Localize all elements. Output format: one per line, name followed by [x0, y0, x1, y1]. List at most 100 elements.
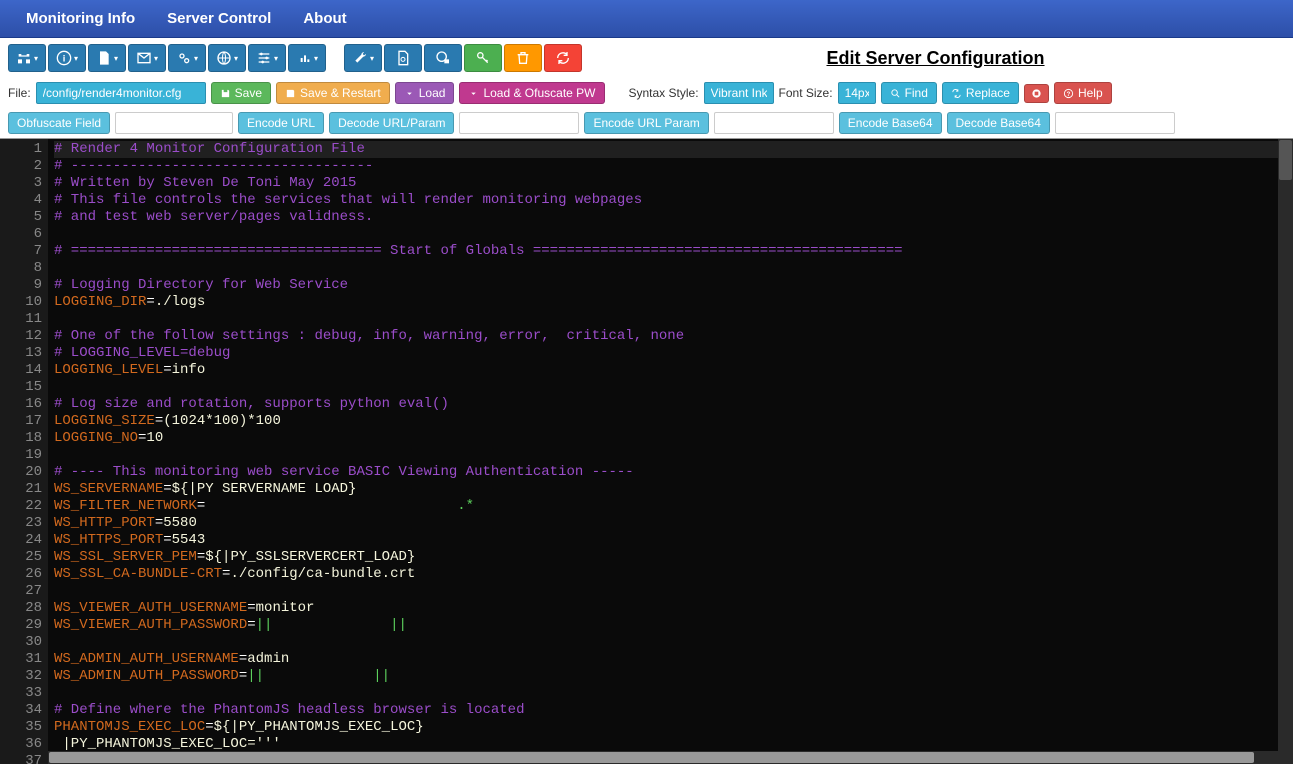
- code-line[interactable]: WS_VIEWER_AUTH_PASSWORD=|| ||: [54, 617, 1293, 634]
- mail-icon[interactable]: [128, 44, 166, 72]
- horizontal-scrollbar[interactable]: [48, 751, 1278, 764]
- code-line[interactable]: PHANTOMJS_EXEC_LOC=${|PY_PHANTOMJS_EXEC_…: [54, 719, 1293, 736]
- load-ofuscate-label: Load & Ofuscate PW: [483, 86, 595, 100]
- code-line[interactable]: [54, 583, 1293, 600]
- code-line[interactable]: # LOGGING_LEVEL=debug: [54, 345, 1293, 362]
- code-line[interactable]: LOGGING_DIR=./logs: [54, 294, 1293, 311]
- code-line[interactable]: # ---- This monitoring web service BASIC…: [54, 464, 1293, 481]
- code-line[interactable]: [54, 447, 1293, 464]
- code-line[interactable]: [54, 685, 1293, 702]
- menubar: Monitoring Info Server Control About: [0, 0, 1293, 38]
- code-line[interactable]: WS_FILTER_NETWORK= .*: [54, 498, 1293, 515]
- line-number: 25: [0, 549, 42, 566]
- line-number: 16: [0, 396, 42, 413]
- key-icon[interactable]: [464, 44, 502, 72]
- code-line[interactable]: # One of the follow settings : debug, in…: [54, 328, 1293, 345]
- replace-label: Replace: [966, 86, 1010, 100]
- trash-icon[interactable]: [504, 44, 542, 72]
- code-line[interactable]: [54, 379, 1293, 396]
- gears-icon[interactable]: [168, 44, 206, 72]
- code-line[interactable]: [54, 634, 1293, 651]
- obfuscate-field-button[interactable]: Obfuscate Field: [8, 112, 110, 134]
- globe-lock-icon[interactable]: [424, 44, 462, 72]
- encode-url-param-button[interactable]: Encode URL Param: [584, 112, 708, 134]
- code-line[interactable]: [54, 226, 1293, 243]
- stop-button[interactable]: [1024, 84, 1049, 103]
- file-settings-icon[interactable]: [384, 44, 422, 72]
- page-title: Edit Server Configuration: [586, 48, 1285, 69]
- find-label: Find: [905, 86, 928, 100]
- code-line[interactable]: # Render 4 Monitor Configuration File: [54, 141, 1293, 158]
- code-line[interactable]: # Written by Steven De Toni May 2015: [54, 175, 1293, 192]
- sliders-icon[interactable]: [248, 44, 286, 72]
- line-number: 30: [0, 634, 42, 651]
- info-icon[interactable]: i: [48, 44, 86, 72]
- syntax-style-input[interactable]: [704, 82, 774, 104]
- code-line[interactable]: WS_ADMIN_AUTH_PASSWORD=|| ||: [54, 668, 1293, 685]
- line-number: 22: [0, 498, 42, 515]
- code-line[interactable]: [54, 260, 1293, 277]
- line-number: 11: [0, 311, 42, 328]
- vertical-scrollbar-thumb[interactable]: [1279, 140, 1292, 180]
- chart-icon[interactable]: [288, 44, 326, 72]
- code-line[interactable]: # This file controls the services that w…: [54, 192, 1293, 209]
- globe-icon[interactable]: [208, 44, 246, 72]
- code-line[interactable]: [54, 311, 1293, 328]
- font-size-label: Font Size:: [779, 86, 833, 100]
- horizontal-scrollbar-thumb[interactable]: [49, 752, 1254, 763]
- code-line[interactable]: # Define where the PhantomJS headless br…: [54, 702, 1293, 719]
- obfuscate-input[interactable]: [115, 112, 233, 134]
- vertical-scrollbar[interactable]: [1278, 139, 1293, 764]
- code-line[interactable]: # ===================================== …: [54, 243, 1293, 260]
- code-line[interactable]: LOGGING_SIZE=(1024*100)*100: [54, 413, 1293, 430]
- code-editor[interactable]: 1234567891011121314151617181920212223242…: [0, 138, 1293, 764]
- document-icon[interactable]: [88, 44, 126, 72]
- code-line[interactable]: LOGGING_LEVEL=info: [54, 362, 1293, 379]
- find-button[interactable]: Find: [881, 82, 937, 104]
- code-line[interactable]: # and test web server/pages validness.: [54, 209, 1293, 226]
- code-line[interactable]: LOGGING_NO=10: [54, 430, 1293, 447]
- encode-row: Obfuscate Field Encode URL Decode URL/Pa…: [0, 108, 1293, 138]
- line-number: 12: [0, 328, 42, 345]
- code-line[interactable]: WS_HTTPS_PORT=5543: [54, 532, 1293, 549]
- replace-button[interactable]: Replace: [942, 82, 1019, 104]
- refresh-icon[interactable]: [544, 44, 582, 72]
- load-ofuscate-button[interactable]: Load & Ofuscate PW: [459, 82, 604, 104]
- code-line[interactable]: WS_ADMIN_AUTH_USERNAME=admin: [54, 651, 1293, 668]
- editor-gutter: 1234567891011121314151617181920212223242…: [0, 139, 48, 764]
- save-button[interactable]: Save: [211, 82, 271, 104]
- line-number: 33: [0, 685, 42, 702]
- code-line[interactable]: WS_VIEWER_AUTH_USERNAME=monitor: [54, 600, 1293, 617]
- menu-monitoring-info[interactable]: Monitoring Info: [10, 2, 151, 35]
- code-line[interactable]: # Logging Directory for Web Service: [54, 277, 1293, 294]
- url-param-input[interactable]: [714, 112, 834, 134]
- line-number: 37: [0, 753, 42, 770]
- menu-about[interactable]: About: [287, 2, 362, 35]
- svg-text:?: ?: [1067, 91, 1071, 97]
- code-line[interactable]: WS_SSL_SERVER_PEM=${|PY_SSLSERVERCERT_LO…: [54, 549, 1293, 566]
- decode-url-button[interactable]: Decode URL/Param: [329, 112, 454, 134]
- file-path-input[interactable]: [36, 82, 206, 104]
- wrench-icon[interactable]: [344, 44, 382, 72]
- code-line[interactable]: WS_HTTP_PORT=5580: [54, 515, 1293, 532]
- code-line[interactable]: WS_SSL_CA-BUNDLE-CRT=./config/ca-bundle.…: [54, 566, 1293, 583]
- encode-base64-button[interactable]: Encode Base64: [839, 112, 942, 134]
- help-button[interactable]: ?Help: [1054, 82, 1112, 104]
- editor-content[interactable]: # Render 4 Monitor Configuration File# -…: [48, 139, 1293, 764]
- code-line[interactable]: # Log size and rotation, supports python…: [54, 396, 1293, 413]
- line-number: 3: [0, 175, 42, 192]
- base64-input[interactable]: [1055, 112, 1175, 134]
- line-number: 32: [0, 668, 42, 685]
- menu-server-control[interactable]: Server Control: [151, 2, 287, 35]
- toolbar-group-1: i: [8, 44, 326, 72]
- font-size-input[interactable]: [838, 82, 876, 104]
- save-restart-button[interactable]: Save & Restart: [276, 82, 390, 104]
- url-input[interactable]: [459, 112, 579, 134]
- code-line[interactable]: WS_SERVERNAME=${|PY SERVERNAME LOAD}: [54, 481, 1293, 498]
- encode-url-button[interactable]: Encode URL: [238, 112, 324, 134]
- decode-base64-button[interactable]: Decode Base64: [947, 112, 1050, 134]
- binoculars-icon[interactable]: [8, 44, 46, 72]
- line-number: 4: [0, 192, 42, 209]
- load-button[interactable]: Load: [395, 82, 455, 104]
- code-line[interactable]: # ------------------------------------: [54, 158, 1293, 175]
